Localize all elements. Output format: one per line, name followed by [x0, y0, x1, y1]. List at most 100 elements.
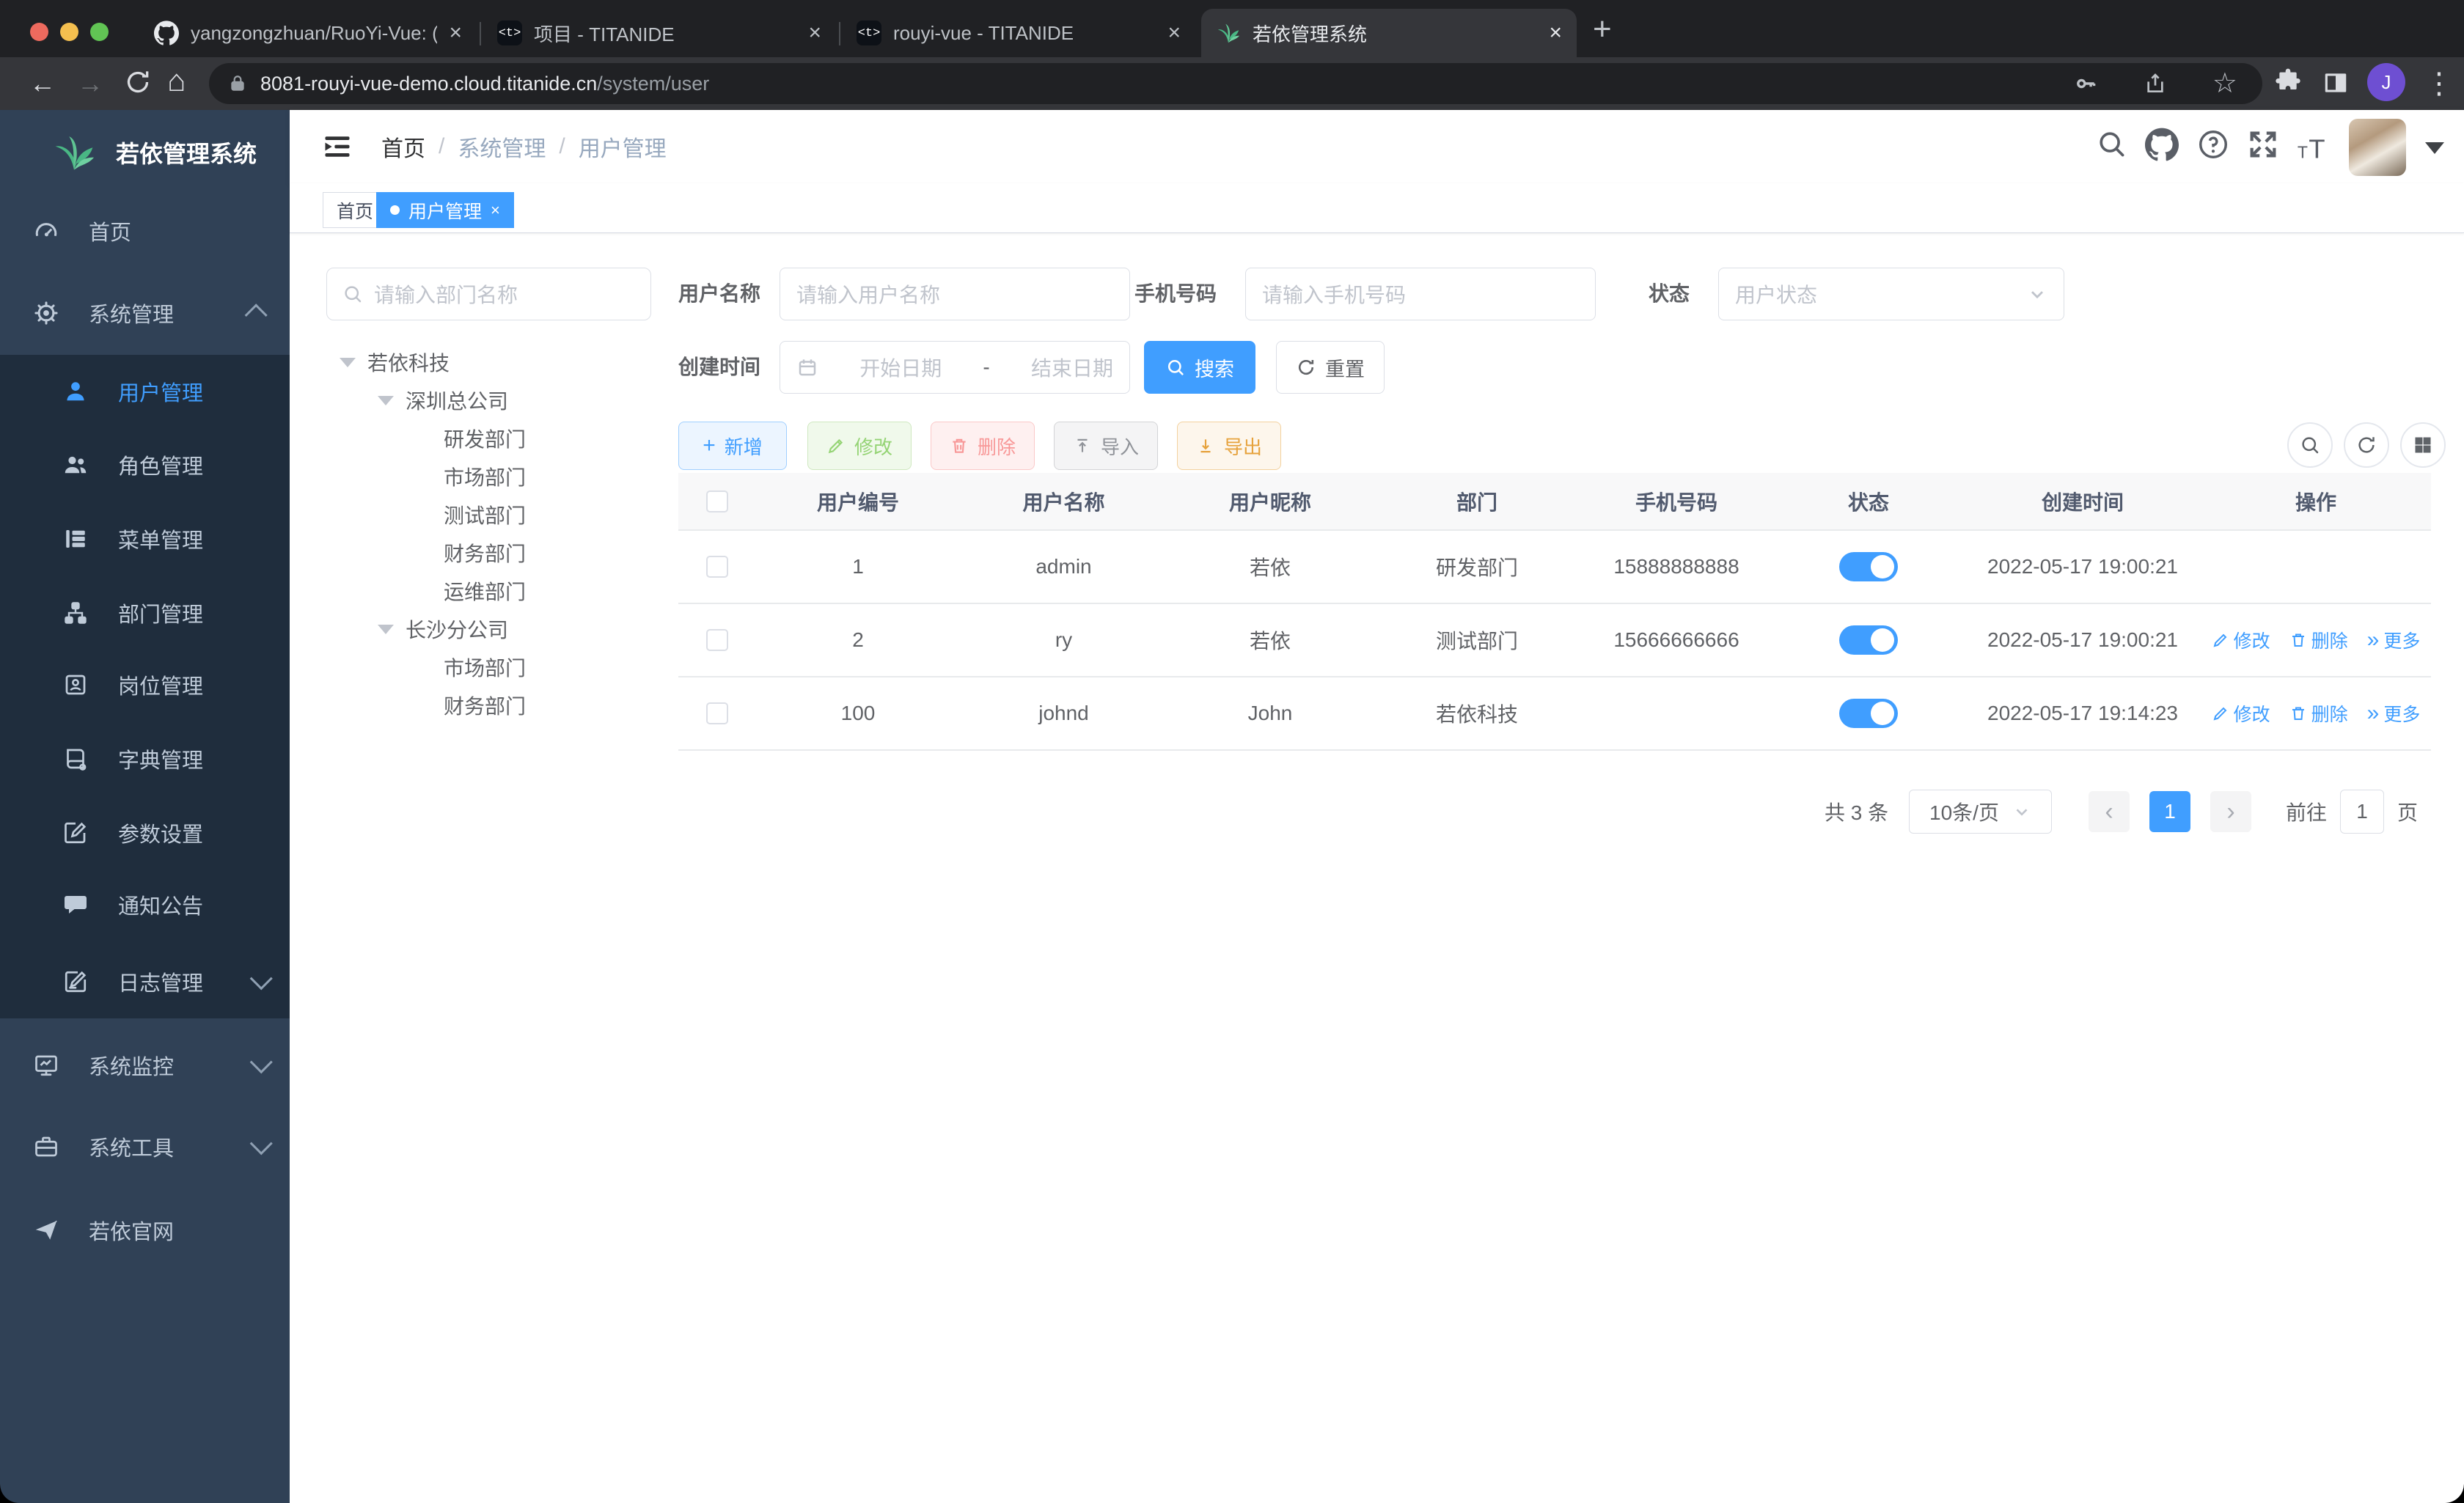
column-settings-button[interactable] — [2400, 422, 2446, 468]
dept-search-input[interactable]: 请输入部门名称 — [326, 268, 651, 320]
tree-node[interactable]: 运维部门 — [326, 572, 651, 610]
share-icon[interactable] — [2144, 71, 2167, 96]
close-window-button[interactable] — [30, 23, 48, 41]
sidebar-item-users[interactable]: 用户管理 — [0, 355, 290, 428]
tab-ruoyi-github[interactable]: yangzongzhuan/RuoYi-Vue: (R × — [139, 9, 477, 57]
back-icon[interactable]: ← — [29, 66, 56, 101]
sidebar-item-tools[interactable]: 系统工具 — [0, 1110, 290, 1183]
current-page-button[interactable]: 1 — [2149, 791, 2190, 832]
header-github-icon[interactable] — [2145, 128, 2179, 161]
status-toggle[interactable] — [1839, 699, 1898, 728]
fullscreen-icon[interactable] — [2246, 128, 2280, 161]
avatar-caret-down-icon[interactable] — [2425, 142, 2444, 154]
sidebar-item-menus[interactable]: 菜单管理 — [0, 502, 290, 576]
header-help-icon[interactable] — [2196, 128, 2230, 161]
tag-label: 用户管理 — [408, 201, 483, 222]
tree-node[interactable]: 财务部门 — [326, 686, 651, 724]
collapse-sidebar-icon[interactable] — [320, 131, 354, 163]
tree-node[interactable]: 长沙分公司 — [326, 610, 651, 648]
app-logo[interactable]: 若依管理系统 — [0, 110, 290, 194]
toggle-search-button[interactable] — [2287, 422, 2333, 468]
sidebar-item-roles[interactable]: 角色管理 — [0, 428, 290, 501]
tree-caret-icon[interactable] — [340, 357, 356, 367]
side-panel-icon[interactable] — [2322, 69, 2350, 97]
status-select[interactable]: 用户状态 — [1718, 268, 2064, 320]
sidebar-item-notices[interactable]: 通知公告 — [0, 868, 290, 941]
row-edit-link[interactable]: 修改 — [2212, 700, 2270, 727]
tab-close-icon[interactable]: × — [1167, 21, 1181, 45]
tree-node[interactable]: 市场部门 — [326, 457, 651, 496]
sidebar-item-official-site[interactable]: 若依官网 — [0, 1194, 290, 1267]
select-all-checkbox[interactable] — [705, 490, 728, 512]
page-size-select[interactable]: 10条/页 — [1909, 790, 2052, 834]
tree-node[interactable]: 若依科技 — [326, 343, 651, 381]
row-more-link[interactable]: » 更多 — [2367, 700, 2421, 727]
tab-close-icon[interactable]: × — [449, 21, 462, 45]
extensions-puzzle-icon[interactable] — [2273, 67, 2303, 97]
sidebar-item-posts[interactable]: 岗位管理 — [0, 648, 290, 721]
breadcrumb-home[interactable]: 首页 — [381, 131, 425, 163]
username-input[interactable]: 请输入用户名称 — [780, 268, 1130, 320]
add-button[interactable]: + 新增 — [678, 422, 787, 470]
sidebar-item-parameters[interactable]: 参数设置 — [0, 796, 290, 870]
tab-ruoyi-admin-active[interactable]: 若依管理系统 × — [1201, 9, 1577, 57]
status-toggle[interactable] — [1839, 552, 1898, 581]
tab-titanide-rouyi[interactable]: <t> rouyi-vue - TITANIDE × — [842, 9, 1195, 57]
tree-caret-icon[interactable] — [378, 395, 394, 405]
phone-input[interactable]: 请输入手机号码 — [1245, 268, 1596, 320]
tree-node[interactable]: 市场部门 — [326, 648, 651, 686]
tag-close-icon[interactable]: × — [491, 201, 500, 220]
row-delete-link[interactable]: 删除 — [2289, 700, 2348, 727]
search-button[interactable]: 搜索 — [1144, 341, 1255, 394]
bookmark-star-icon[interactable]: ☆ — [2212, 70, 2237, 98]
tree-caret-icon[interactable] — [378, 624, 394, 634]
browser-menu-icon[interactable]: ⋮ — [2424, 66, 2454, 101]
table-row[interactable]: 1 admin 若依 研发部门 15888888888 2022-05-17 1… — [678, 530, 2431, 604]
sidebar-item-monitor[interactable]: 系统监控 — [0, 1029, 290, 1102]
tree-node[interactable]: 测试部门 — [326, 496, 651, 534]
table-row[interactable]: 2 ry 若依 测试部门 15666666666 2022-05-17 19:0… — [678, 603, 2431, 677]
new-tab-button[interactable]: + — [1593, 13, 1612, 45]
sidebar-item-home[interactable]: 首页 — [0, 194, 290, 268]
row-delete-link[interactable]: 删除 — [2289, 627, 2348, 653]
row-more-link[interactable]: » 更多 — [2367, 627, 2421, 653]
home-icon[interactable]: ⌂ — [167, 63, 186, 98]
delete-button[interactable]: 删除 — [931, 422, 1035, 470]
export-button[interactable]: 导出 — [1177, 422, 1281, 470]
row-edit-link[interactable]: 修改 — [2212, 627, 2270, 653]
table-row[interactable]: 100 johnd John 若依科技 2022-05-17 19:14:23 … — [678, 677, 2431, 751]
reset-button[interactable]: 重置 — [1276, 341, 1385, 394]
key-icon[interactable] — [2073, 71, 2098, 96]
import-button[interactable]: 导入 — [1054, 422, 1158, 470]
tab-titanide-project[interactable]: <t> 项目 - TITANIDE × — [483, 9, 836, 57]
prev-page-button[interactable]: ‹ — [2089, 791, 2130, 832]
row-checkbox[interactable] — [705, 702, 728, 724]
date-range-input[interactable]: 开始日期 - 结束日期 — [780, 341, 1130, 394]
row-checkbox[interactable] — [705, 629, 728, 651]
user-avatar[interactable] — [2349, 119, 2406, 176]
sidebar-item-departments[interactable]: 部门管理 — [0, 576, 290, 650]
sidebar-item-logs[interactable]: 日志管理 — [0, 945, 290, 1018]
edit-button[interactable]: 修改 — [807, 422, 912, 470]
browser-profile-avatar[interactable]: J — [2367, 63, 2405, 101]
next-page-button[interactable]: › — [2210, 791, 2251, 832]
refresh-table-button[interactable] — [2344, 422, 2389, 468]
forward-icon[interactable]: → — [77, 66, 103, 101]
sidebar-item-system[interactable]: 系统管理 — [0, 276, 290, 350]
tab-close-icon[interactable]: × — [1549, 21, 1562, 45]
minimize-window-button[interactable] — [60, 23, 78, 41]
tag-user-management[interactable]: 用户管理 × — [376, 192, 514, 228]
status-toggle[interactable] — [1839, 625, 1898, 655]
zoom-window-button[interactable] — [90, 23, 109, 41]
tree-node[interactable]: 财务部门 — [326, 534, 651, 572]
header-search-icon[interactable] — [2095, 128, 2127, 160]
font-size-icon[interactable]: TT — [2296, 132, 2333, 164]
tree-node[interactable]: 研发部门 — [326, 419, 651, 457]
url-bar[interactable]: 8081-rouyi-vue-demo.cloud.titanide.cn/sy… — [209, 63, 2262, 104]
reload-icon[interactable] — [123, 65, 153, 100]
goto-page-input[interactable]: 1 — [2340, 790, 2385, 834]
sidebar-item-dictionaries[interactable]: 字典管理 — [0, 722, 290, 795]
tab-close-icon[interactable]: × — [808, 21, 821, 45]
row-checkbox[interactable] — [705, 556, 728, 578]
tree-node[interactable]: 深圳总公司 — [326, 381, 651, 419]
